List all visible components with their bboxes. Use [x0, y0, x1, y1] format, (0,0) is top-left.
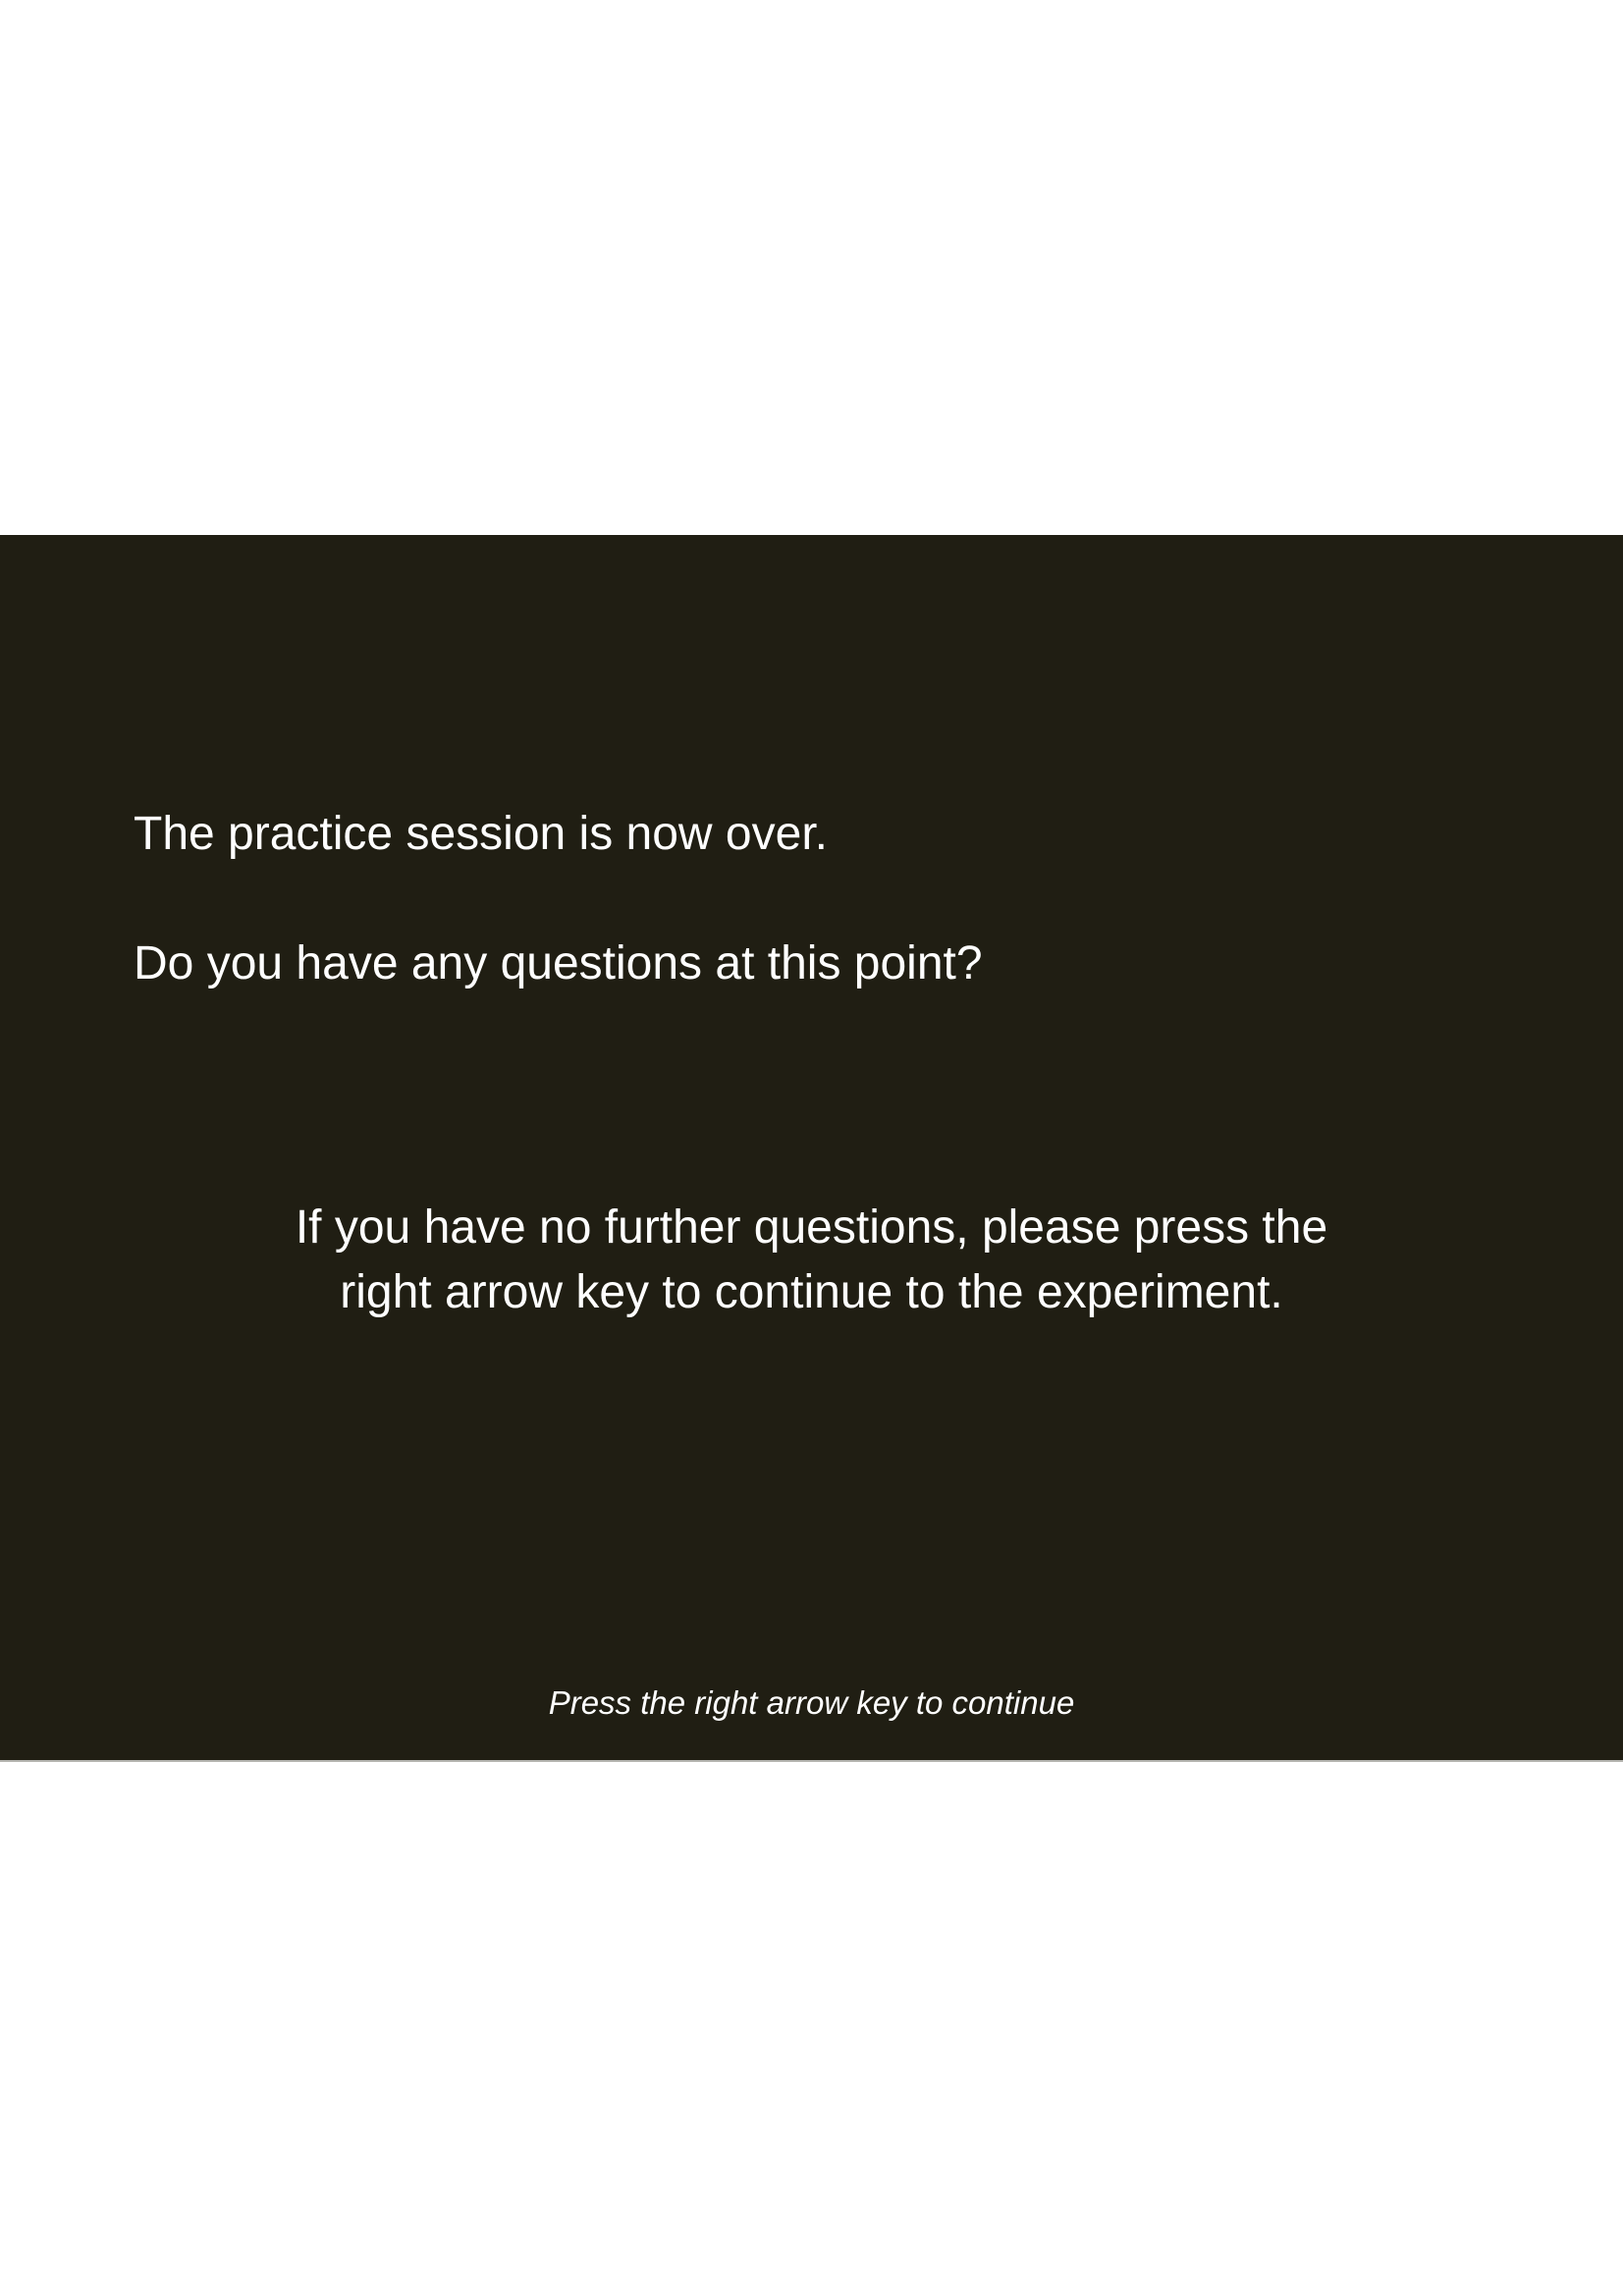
keyboard-hint: Press the right arrow key to continue: [548, 1684, 1075, 1721]
page: The practice session is now over. Do you…: [0, 0, 1623, 2296]
questions-prompt-text: Do you have any questions at this point?: [134, 937, 983, 989]
continue-instruction-line-1: If you have no further questions, please…: [295, 1201, 1328, 1254]
continue-instruction-line-2: right arrow key to continue to the exper…: [340, 1266, 1283, 1318]
continue-instruction: If you have no further questions, please…: [0, 1196, 1623, 1325]
instruction-slide: The practice session is now over. Do you…: [0, 535, 1623, 1760]
slide-bottom-border: [0, 1760, 1623, 1762]
session-over-text: The practice session is now over.: [134, 808, 828, 860]
